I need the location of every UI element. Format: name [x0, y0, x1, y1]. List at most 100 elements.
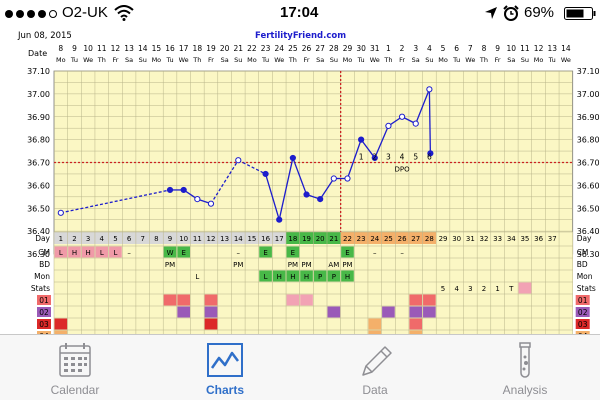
cycle-day-number: 18 — [288, 235, 297, 243]
calendar-icon — [59, 343, 91, 377]
period-flow-cell: L — [100, 249, 104, 257]
cervical-mucus-cell: E — [291, 249, 295, 257]
date-number: 5 — [441, 44, 446, 53]
date-number: 23 — [261, 44, 271, 53]
cervical-mucus-cell: E — [181, 249, 185, 257]
symptom-cell-bg — [382, 306, 395, 318]
bbt-chart[interactable]: Jun 08, 2015 FertilityFriend.comDate8 9 10 1… — [0, 26, 600, 342]
dpo-number: 2 — [372, 153, 377, 162]
date-number: 20 — [220, 44, 230, 53]
symptom-cell-bg — [286, 294, 300, 306]
weekday-label: Su — [330, 56, 338, 64]
symptom-cell-bg — [327, 306, 341, 318]
dpo-label: DPO — [395, 166, 411, 174]
weekday-label: We — [179, 56, 189, 64]
monitor-cell: H — [345, 273, 350, 281]
date-number: 19 — [206, 44, 216, 53]
date-number: 10 — [83, 44, 93, 53]
symptom-cell-bg — [54, 318, 68, 330]
dpo-number: 5 — [413, 153, 418, 162]
weekday-label: Su — [234, 56, 242, 64]
date-number: 26 — [302, 44, 312, 53]
y-tick-label-right: 36.80 — [577, 136, 600, 145]
cycle-day-number: 9 — [168, 235, 172, 243]
date-number: 28 — [329, 44, 339, 53]
symptom-cell-bg — [368, 318, 382, 330]
date-number: 18 — [193, 44, 203, 53]
cycle-day-number: 11 — [193, 235, 202, 243]
temp-point — [207, 200, 215, 207]
pencil-icon — [362, 346, 392, 376]
dpo-number: 6 — [427, 153, 432, 162]
weekday-label: Fr — [399, 56, 405, 64]
row-label-left: 03 — [39, 320, 49, 329]
cycle-day-number: 15 — [247, 235, 256, 243]
row-label-right: Stats — [577, 284, 596, 293]
row-label-right: 02 — [578, 308, 588, 317]
cervical-mucus-cell: – — [400, 249, 404, 257]
monitor-cell: L — [195, 273, 199, 281]
cervical-mucus-cell: E — [345, 249, 349, 257]
weekday-label: We — [561, 56, 571, 64]
date-number: 3 — [413, 44, 418, 53]
y-tick-label-right: 36.50 — [577, 204, 600, 213]
row-label-left: BD — [39, 260, 50, 269]
period-flow-cell: H — [72, 249, 77, 257]
cycle-day-number: 20 — [316, 235, 325, 243]
cycle-day-number: 2 — [72, 235, 76, 243]
clock-time: 17:04 — [280, 4, 319, 21]
weekday-label: Tu — [70, 56, 78, 64]
temp-point — [180, 186, 187, 194]
weekday-label: Th — [288, 56, 297, 64]
cycle-day-number: 1 — [59, 235, 63, 243]
weekday-label: Tu — [165, 56, 173, 64]
temp-point — [235, 157, 242, 164]
y-tick-label-right: 37.10 — [577, 67, 600, 76]
y-tick-label-left: 37.00 — [27, 90, 50, 99]
date-number: 11 — [97, 44, 107, 53]
symptom-cell-bg — [409, 294, 423, 306]
weekday-label: Fr — [495, 56, 501, 64]
weekday-label: Sa — [316, 56, 324, 64]
dpo-number: 4 — [400, 153, 405, 162]
stats-cell: 3 — [468, 285, 472, 293]
symptom-cell-bg — [300, 294, 313, 306]
symptom-cell-bg — [204, 294, 218, 306]
cycle-day-number: 23 — [357, 235, 366, 243]
row-label-right: 03 — [578, 320, 588, 329]
temp-point — [57, 209, 64, 216]
weekday-label: Th — [383, 56, 392, 64]
dpo-number: 1 — [359, 153, 364, 162]
bd-cell: PM — [301, 261, 311, 269]
y-tick-label-right: 36.60 — [577, 181, 600, 190]
stats-cell-bg — [518, 282, 532, 294]
symptom-cell-bg — [163, 294, 177, 306]
date-number: 12 — [111, 44, 121, 53]
tab-data[interactable]: Data — [300, 335, 450, 401]
symptom-cell-bg — [204, 318, 218, 330]
wifi-icon — [114, 5, 134, 21]
y-tick-label-right: 37.00 — [577, 90, 600, 99]
location-arrow-icon — [485, 7, 497, 19]
date-number: 25 — [288, 44, 298, 53]
weekday-label: Mo — [343, 56, 353, 64]
date-number: 31 — [370, 44, 380, 53]
status-bar: O2-UK 17:04 69% — [0, 0, 600, 26]
tab-charts[interactable]: Charts — [150, 335, 300, 401]
weekday-label: Sa — [221, 56, 229, 64]
weekday-label: Mo — [247, 56, 257, 64]
y-tick-label-left: 36.70 — [27, 159, 50, 168]
stats-cell: 2 — [482, 285, 486, 293]
tab-calendar[interactable]: Calendar — [0, 335, 150, 401]
fertility-chart-panel[interactable]: Jun 08, 2015 FertilityFriend.com Date 8 9 10 1… — [0, 26, 600, 342]
signal-dots-icon — [5, 10, 57, 18]
cycle-day-number: 36 — [534, 235, 543, 243]
weekday-label: Mo — [56, 56, 66, 64]
symptom-cell-bg — [409, 318, 423, 330]
tab-analysis[interactable]: Analysis — [450, 335, 600, 401]
date-number: 17 — [179, 44, 189, 53]
bd-cell: PM — [233, 261, 243, 269]
stats-cell: 4 — [454, 285, 459, 293]
weekday-label: Th — [97, 56, 106, 64]
weekday-label: Mo — [438, 56, 448, 64]
